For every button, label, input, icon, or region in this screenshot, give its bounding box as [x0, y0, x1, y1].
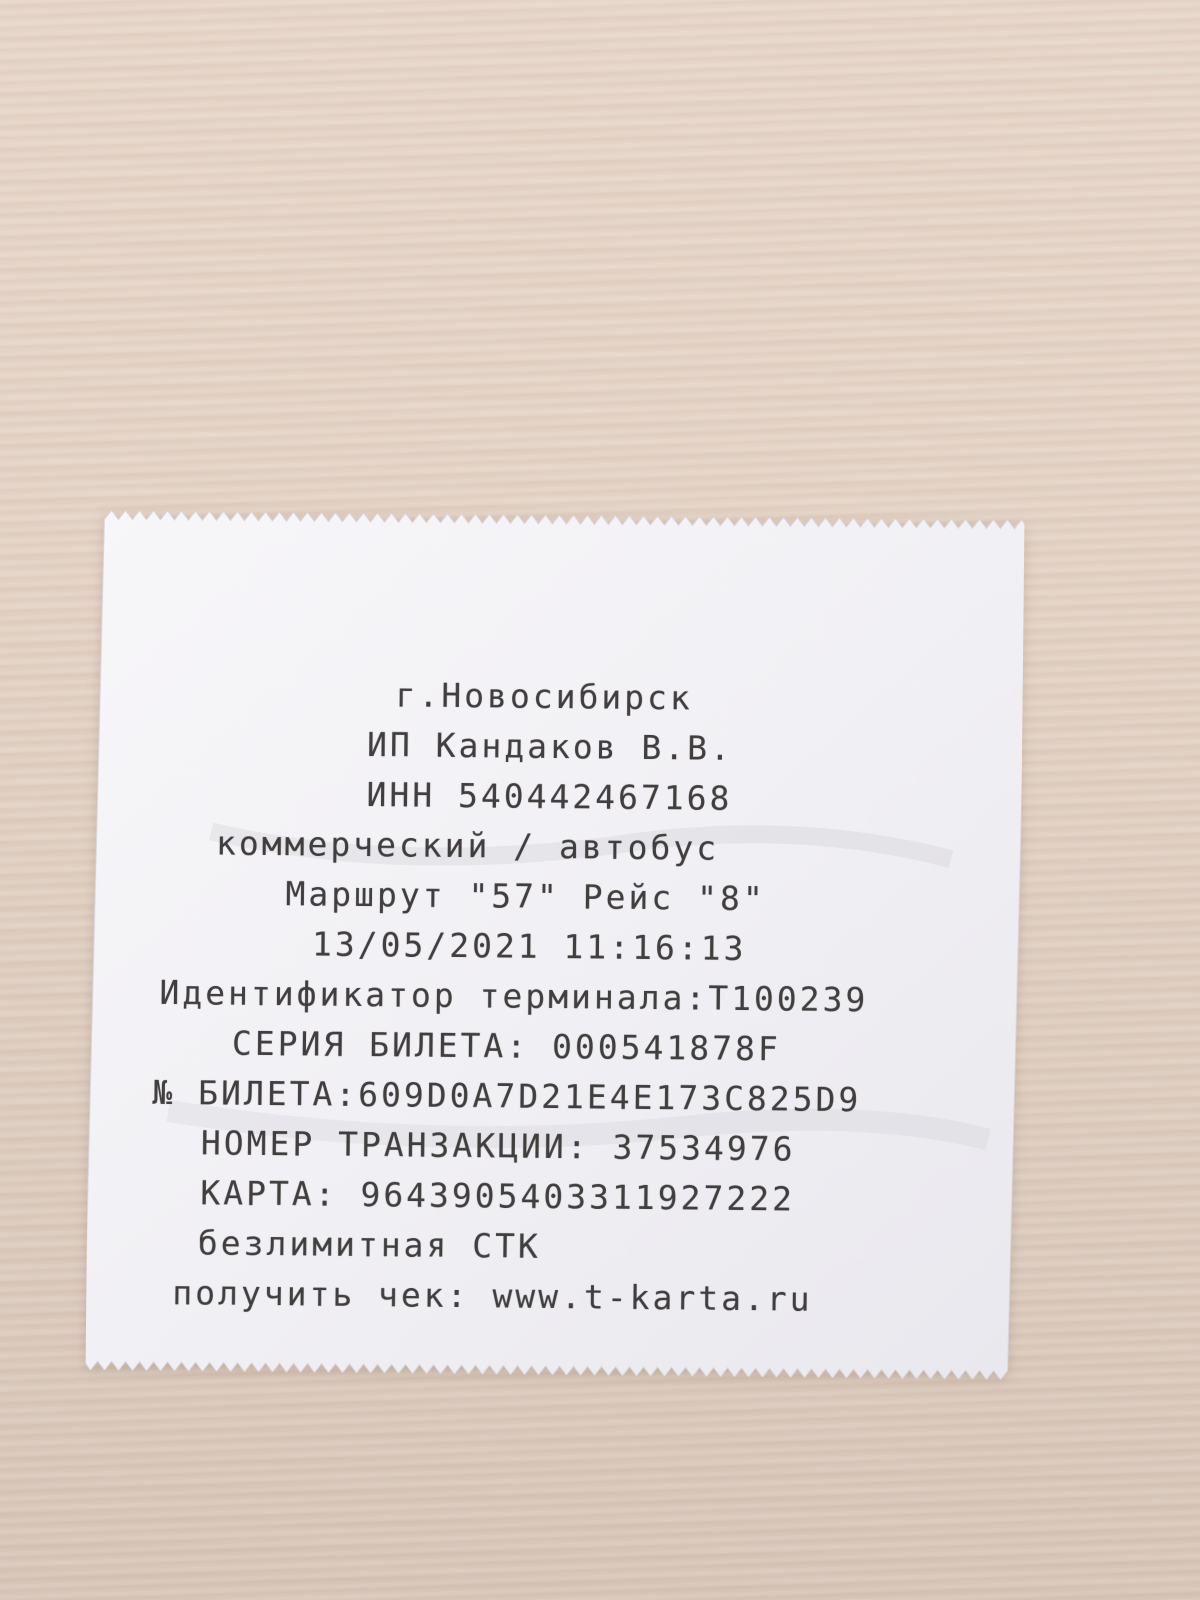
receipt-route: Маршрут "57" Рейс "8": [285, 874, 766, 919]
bus-ticket-receipt: г.Новосибирск ИП Кандаков В.В. ИНН 54044…: [85, 510, 1025, 1380]
receipt-transport-type: коммерческий / автобус: [215, 823, 720, 868]
receipt-transaction-number: НОМЕР ТРАНЗАКЦИИ: 37534976: [200, 1123, 796, 1169]
receipt-merchant: ИП Кандаков В.В.: [366, 725, 734, 768]
receipt-city: г.Новосибирск: [395, 675, 694, 718]
receipt-inn: ИНН 540442467168: [366, 775, 733, 818]
receipt-card: КАРТА: 9643905403311927222: [200, 1173, 796, 1219]
receipt-link: получить чек: www.t-karta.ru: [172, 1273, 813, 1319]
receipt-tariff: безлимитная СТК: [197, 1223, 542, 1266]
receipt-datetime: 13/05/2021 11:16:13: [311, 924, 747, 969]
receipt-terminal-id: Идентификатор терминала:T100239: [159, 972, 869, 1020]
receipt-ticket-number: № БИЛЕТА:609D0A7D21E4E173C825D9: [152, 1072, 862, 1120]
receipt-ticket-series: СЕРИЯ БИЛЕТА: 000541878F: [231, 1023, 781, 1069]
receipt-text-block: г.Новосибирск ИП Кандаков В.В. ИНН 54044…: [86, 510, 1025, 1380]
